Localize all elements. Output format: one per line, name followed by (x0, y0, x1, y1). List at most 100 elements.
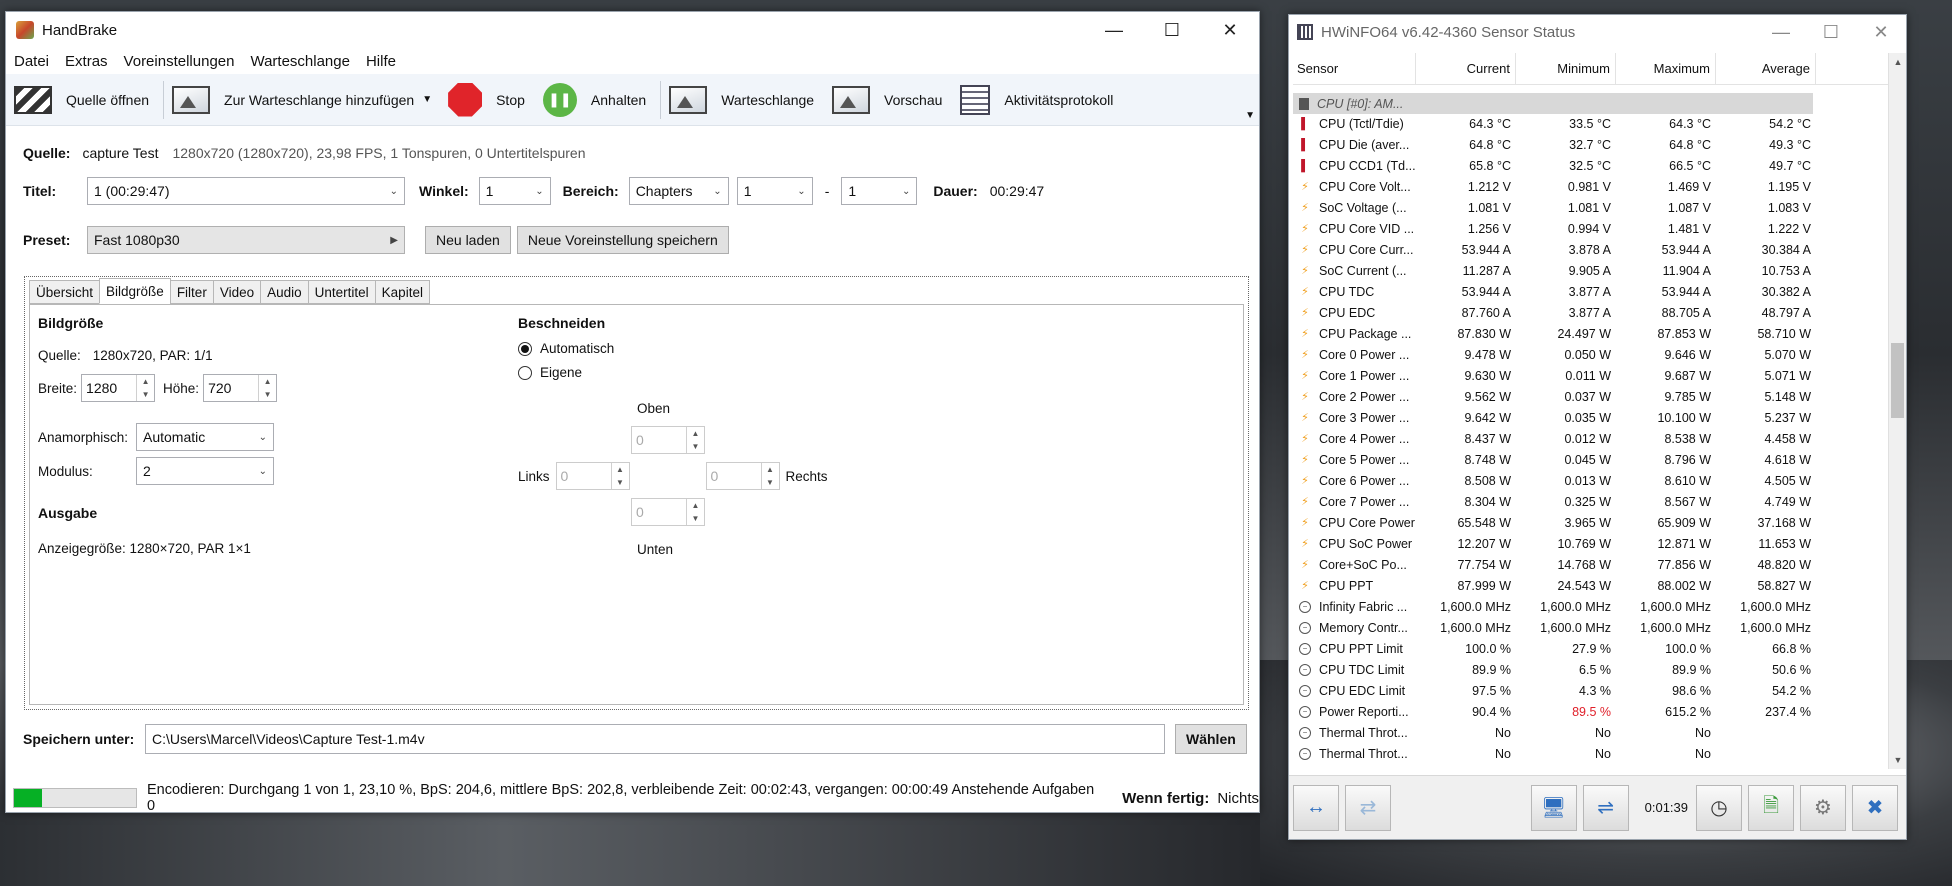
table-row[interactable]: ⚡ Core 1 Power ... 9.630 W 0.011 W 9.687 W 5.… (1293, 365, 1816, 386)
table-row[interactable]: ⚡ Core 0 Power ... 9.478 W 0.050 W 9.646 W 5.… (1293, 344, 1816, 365)
preview-button[interactable]: Vorschau (884, 92, 942, 108)
table-row[interactable]: − CPU PPT Limit 100.0 % 27.9 % 100.0 % 66.8 % (1293, 638, 1816, 659)
minimize-button[interactable]: — (1756, 14, 1806, 50)
add-to-queue-icon[interactable] (172, 85, 211, 114)
sensor-group-header[interactable]: CPU [#0]: AM... (1293, 93, 1813, 114)
chevron-down-icon[interactable]: ▼ (422, 94, 432, 105)
add-log-icon[interactable]: 🗎 (1748, 784, 1794, 831)
table-row[interactable]: ⚡ CPU TDC 53.944 A 3.877 A 53.944 A 30.382 A (1293, 281, 1816, 302)
tab-summary[interactable]: Übersicht (29, 280, 101, 304)
open-source-button[interactable]: Quelle öffnen (66, 92, 149, 108)
queue-button[interactable]: Warteschlange (721, 92, 814, 108)
table-row[interactable]: ⚡ Core 4 Power ... 8.437 W 0.012 W 8.538 W 4.… (1293, 428, 1816, 449)
spin-arrows-icon[interactable]: ▲ ▼ (610, 463, 629, 489)
table-row[interactable]: ▌ CPU (Tctl/Tdie) 64.3 °C 33.5 °C 64.3 °C 54.… (1293, 113, 1816, 134)
table-row[interactable]: ⚡ CPU PPT 87.999 W 24.543 W 88.002 W 58.827 W (1293, 575, 1816, 596)
tab-filters[interactable]: Filter (169, 280, 214, 304)
menu-help[interactable]: Hilfe (366, 53, 396, 70)
spin-arrows-icon[interactable]: ▲ ▼ (760, 463, 779, 489)
minimize-button[interactable]: — (1085, 12, 1143, 48)
table-row[interactable]: − CPU TDC Limit 89.9 % 6.5 % 89.9 % 50.6 % (1293, 659, 1816, 680)
clock-icon[interactable]: ◷ (1696, 784, 1742, 831)
modulus-select[interactable]: 2 ⌄ (136, 457, 274, 485)
expand-arrows-icon[interactable]: ↔ (1293, 784, 1339, 831)
save-new-preset-button[interactable]: Neue Voreinstellung speichern (516, 226, 729, 254)
table-row[interactable]: ▌ CPU CCD1 (Td... 65.8 °C 32.5 °C 66.5 °C 49.… (1293, 155, 1816, 176)
table-row[interactable]: ⚡ SoC Voltage (... 1.081 V 1.081 V 1.087 V 1.… (1293, 197, 1816, 218)
tab-subtitles[interactable]: Untertitel (307, 280, 376, 304)
table-row[interactable]: ⚡ CPU SoC Power 12.207 W 10.769 W 12.871 W 11… (1293, 533, 1816, 554)
column-maximum[interactable]: Maximum (1616, 53, 1716, 84)
table-row[interactable]: ⚡ CPU Core Power 65.548 W 3.965 W 65.909 W 37… (1293, 512, 1816, 533)
table-row[interactable]: − Power Reporti... 90.4 % 89.5 % 615.2 % 237.… (1293, 701, 1816, 722)
column-minimum[interactable]: Minimum (1516, 53, 1616, 84)
report-icon[interactable]: 🖥 (1530, 784, 1577, 831)
title-select[interactable]: 1 (00:29:47) ⌄ (87, 177, 405, 205)
preset-selector[interactable]: Fast 1080p30 ▶ (87, 226, 405, 254)
table-row[interactable]: ⚡ Core 2 Power ... 9.562 W 0.037 W 9.785 W 5.… (1293, 386, 1816, 407)
crop-custom-option[interactable]: Eigene (518, 365, 582, 380)
spin-arrows-icon[interactable]: ▲ ▼ (686, 427, 704, 453)
reload-preset-button[interactable]: Neu laden (425, 226, 511, 254)
vertical-scrollbar[interactable]: ▲ ▼ (1888, 53, 1906, 769)
settings-gear-icon[interactable]: ⚙ (1800, 784, 1846, 831)
crop-left-input[interactable]: 0 ▲ ▼ (555, 462, 630, 490)
table-row[interactable]: ⚡ Core 5 Power ... 8.748 W 0.045 W 8.796 W 4.… (1293, 449, 1816, 470)
column-sensor[interactable]: Sensor (1293, 53, 1416, 84)
table-row[interactable]: ⚡ Core 3 Power ... 9.642 W 0.035 W 10.100 W 5… (1293, 407, 1816, 428)
table-row[interactable]: ⚡ Core 7 Power ... 8.304 W 0.325 W 8.567 W 4.… (1293, 491, 1816, 512)
close-button[interactable]: ✕ (1201, 12, 1259, 48)
maximize-button[interactable]: ☐ (1143, 12, 1201, 48)
table-row[interactable]: − Memory Contr... 1,600.0 MHz 1,600.0 MHz 1,… (1293, 617, 1816, 638)
crop-top-input[interactable]: 0 ▲ ▼ (631, 426, 705, 454)
scroll-up-icon[interactable]: ▲ (1889, 57, 1907, 67)
table-row[interactable]: ▌ CPU Die (aver... 64.8 °C 32.7 °C 64.8 °C 49… (1293, 134, 1816, 155)
queue-icon[interactable] (669, 85, 708, 114)
destination-path-input[interactable]: C:\Users\Marcel\Videos\Capture Test-1.m4… (145, 724, 1165, 754)
preview-icon[interactable] (832, 85, 871, 114)
angle-select[interactable]: 1 ⌄ (478, 177, 551, 205)
close-x-icon[interactable]: ✖ (1852, 784, 1898, 831)
stop-button[interactable]: Stop (496, 92, 525, 108)
table-row[interactable]: ⚡ Core 6 Power ... 8.508 W 0.013 W 8.610 W 4.… (1293, 470, 1816, 491)
table-row[interactable]: − Thermal Throt... No No No (1293, 722, 1816, 743)
crop-right-input[interactable]: 0 ▲ ▼ (705, 462, 780, 490)
crop-auto-option[interactable]: Automatisch (518, 341, 614, 356)
width-input[interactable]: 1280 ▲ ▼ (81, 374, 156, 402)
table-row[interactable]: − CPU EDC Limit 97.5 % 4.3 % 98.6 % 54.2 % (1293, 680, 1816, 701)
tab-video[interactable]: Video (212, 280, 262, 304)
column-average[interactable]: Average (1716, 53, 1816, 84)
table-row[interactable]: ⚡ Core+SoC Po... 77.754 W 14.768 W 77.856 W 4… (1293, 554, 1816, 575)
menu-presets[interactable]: Voreinstellungen (124, 53, 235, 70)
clapperboard-icon[interactable] (14, 85, 52, 114)
close-button[interactable]: ✕ (1856, 14, 1906, 50)
tab-audio[interactable]: Audio (260, 280, 309, 304)
column-current[interactable]: Current (1416, 53, 1516, 84)
radio-selected-icon[interactable] (518, 341, 532, 356)
collapse-arrows-icon[interactable]: ⇄ (1345, 784, 1391, 831)
table-row[interactable]: ⚡ CPU Core Volt... 1.212 V 0.981 V 1.469 V 1.… (1293, 176, 1816, 197)
menu-tools[interactable]: Extras (65, 53, 108, 70)
browse-button[interactable]: Wählen (1175, 724, 1247, 754)
activity-log-icon[interactable] (960, 84, 991, 115)
range-from-select[interactable]: 1 ⌄ (736, 177, 813, 205)
table-row[interactable]: − Infinity Fabric ... 1,600.0 MHz 1,600.0 M… (1293, 596, 1816, 617)
spin-arrows-icon[interactable]: ▲ ▼ (686, 499, 704, 525)
maximize-button[interactable]: ☐ (1806, 14, 1856, 50)
table-row[interactable]: ⚡ CPU Core Curr... 53.944 A 3.878 A 53.944 A… (1293, 239, 1816, 260)
crop-bottom-input[interactable]: 0 ▲ ▼ (631, 498, 705, 526)
pause-button[interactable]: Anhalten (591, 92, 646, 108)
radio-unselected-icon[interactable] (518, 365, 532, 380)
activity-log-button[interactable]: Aktivitätsprotokoll (1004, 92, 1113, 108)
menu-queue[interactable]: Warteschlange (250, 53, 350, 70)
scrollbar-thumb[interactable] (1891, 343, 1904, 418)
network-icon[interactable]: ⇌ (1582, 784, 1629, 831)
range-type-select[interactable]: Chapters ⌄ (628, 177, 729, 205)
spin-arrows-icon[interactable]: ▲ ▼ (258, 375, 276, 401)
toolbar-overflow-icon[interactable]: ▼ (1245, 110, 1255, 121)
pause-icon[interactable]: ❚❚ (542, 82, 577, 117)
range-to-select[interactable]: 1 ⌄ (841, 177, 918, 205)
tab-dimensions[interactable]: Bildgröße (99, 278, 171, 304)
scroll-down-icon[interactable]: ▼ (1889, 755, 1907, 765)
spin-arrows-icon[interactable]: ▲ ▼ (136, 375, 154, 401)
